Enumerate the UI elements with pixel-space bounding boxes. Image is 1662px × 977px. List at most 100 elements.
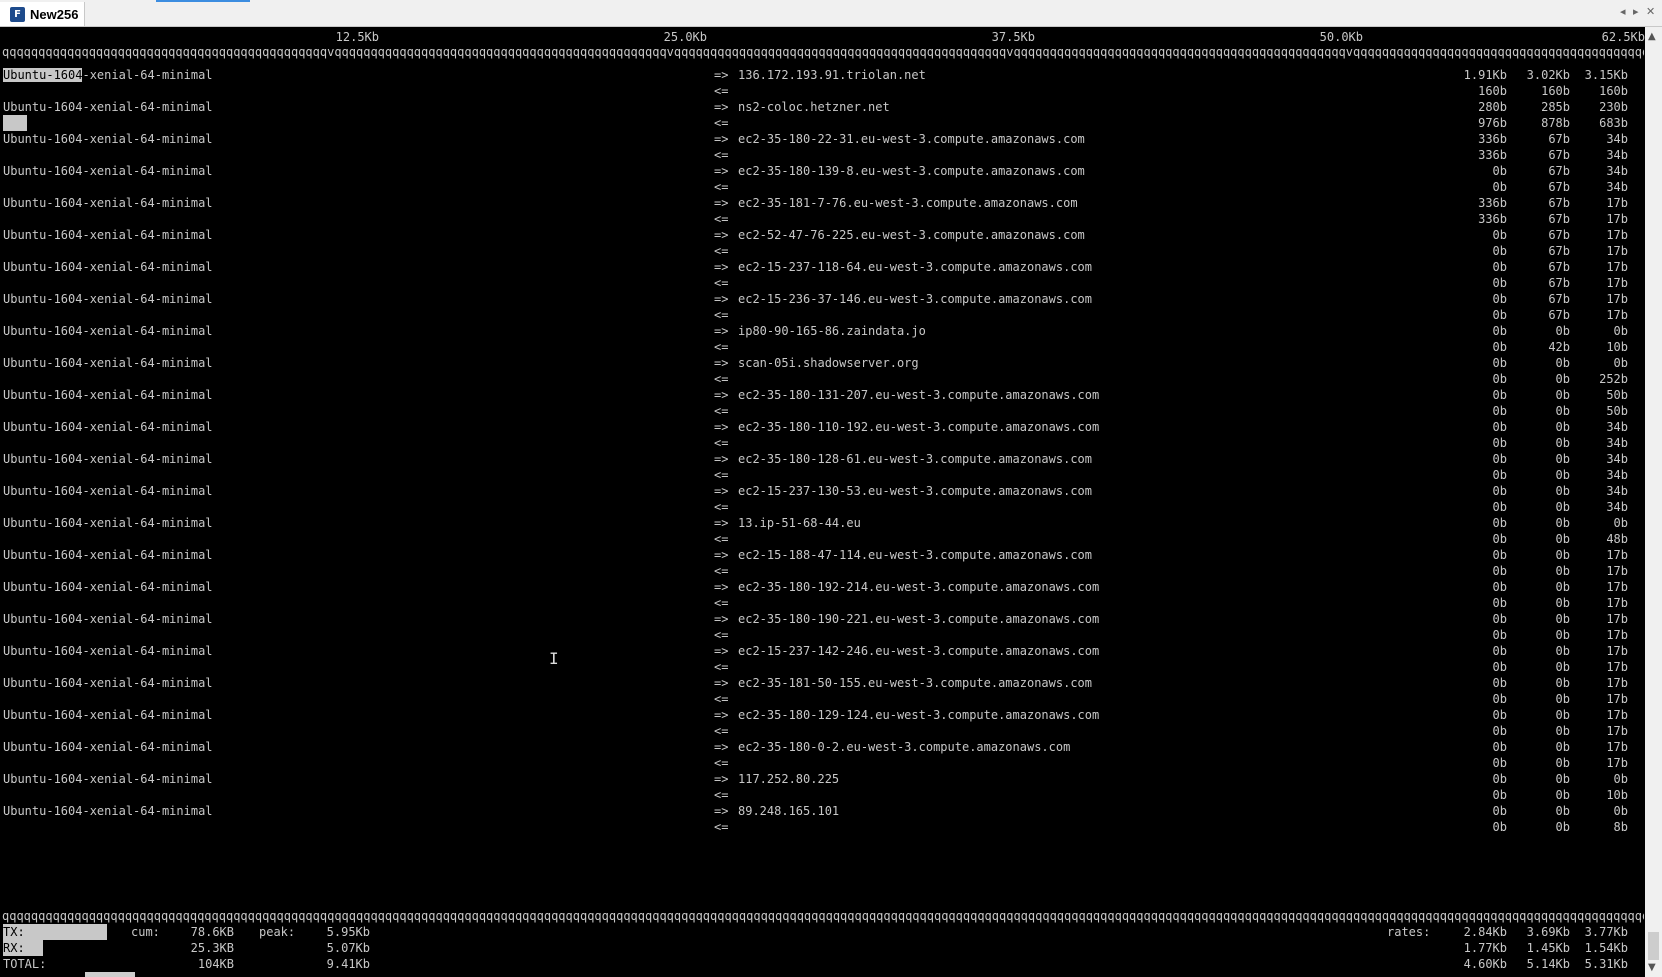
scroll-up-icon[interactable]: ▲ [1648, 31, 1656, 42]
rx-rate: 160b [1599, 84, 1628, 98]
terminal-tab[interactable]: F New256 [0, 2, 85, 26]
tx-rate: 0b [1613, 356, 1628, 370]
tx-rate: 336b [1478, 132, 1507, 146]
cursor-block [3, 115, 27, 131]
tx-rate: 17b [1606, 740, 1628, 754]
tx-rate: 0b [1613, 516, 1628, 530]
outbound-arrow: => [714, 132, 729, 146]
tab-scroll-left-icon[interactable]: ◂ [1620, 5, 1626, 18]
tx-rate: 34b [1606, 164, 1628, 178]
destination-host: ec2-15-188-47-114.eu-west-3.compute.amaz… [738, 548, 1093, 562]
rx-rate: 0b [1492, 276, 1507, 290]
outbound-arrow: => [714, 580, 729, 594]
tx-rate: 0b [1492, 164, 1507, 178]
tx-rate: 50b [1606, 388, 1628, 402]
tx-rate: 0b [1492, 804, 1507, 818]
inbound-arrow: <= [714, 404, 729, 418]
total-peak-value: 9.41Kb [326, 957, 370, 971]
tx-rate: 0b [1492, 676, 1507, 690]
scale-rule: qqqqqqqqqqqqqqqqqqqqqqqqqqqqqqqqqqqqqqqq… [2, 45, 1644, 59]
rx-rate: 17b [1606, 564, 1628, 578]
source-host: Ubuntu-1604-xenial-64-minimal [3, 67, 213, 83]
tx-rate: 17b [1606, 644, 1628, 658]
tx-rate: 0b [1492, 484, 1507, 498]
rx-rate: 34b [1606, 500, 1628, 514]
destination-host: 13.ip-51-68-44.eu [738, 516, 861, 530]
peak-label: peak: [259, 925, 296, 939]
inbound-arrow: <= [714, 628, 729, 642]
close-tab-icon[interactable]: ✕ [1646, 5, 1655, 18]
inbound-arrow: <= [714, 148, 729, 162]
putty-app-icon: F [10, 7, 25, 22]
tx-rate: 17b [1606, 196, 1628, 210]
tx-rate: 0b [1492, 516, 1507, 530]
rx-rate: 0b [1492, 724, 1507, 738]
destination-host: ec2-35-180-139-8.eu-west-3.compute.amazo… [738, 164, 1085, 178]
tx-peak-value: 5.95Kb [326, 925, 370, 939]
outbound-arrow: => [714, 388, 729, 402]
inbound-arrow: <= [714, 468, 729, 482]
tx-rate: 0b [1492, 612, 1507, 626]
outbound-arrow: => [714, 644, 729, 658]
inbound-arrow: <= [714, 244, 729, 258]
source-host: Ubuntu-1604-xenial-64-minimal [3, 388, 213, 402]
tx-rate: 0b [1492, 548, 1507, 562]
rx-rate: 17b [1606, 692, 1628, 706]
destination-host: ec2-35-180-192-214.eu-west-3.compute.ama… [738, 580, 1100, 594]
source-host: Ubuntu-1604-xenial-64-minimal [3, 100, 213, 114]
rx-rate: 48b [1606, 532, 1628, 546]
tab-scroll-right-icon[interactable]: ▸ [1633, 5, 1639, 18]
rx-rate: 1.77Kb [1463, 941, 1507, 955]
destination-host: 89.248.165.101 [738, 804, 840, 818]
destination-host: ec2-15-236-37-146.eu-west-3.compute.amaz… [738, 292, 1093, 306]
rx-rate: 0b [1492, 180, 1507, 194]
destination-host: ec2-35-180-190-221.eu-west-3.compute.ama… [738, 612, 1100, 626]
tx-rate: 0b [1492, 292, 1507, 306]
rx-rate: 683b [1599, 116, 1628, 130]
rx-rate: 336b [1478, 148, 1507, 162]
horizontal-scroll-thumb[interactable] [85, 972, 135, 977]
destination-host: ec2-35-180-22-31.eu-west-3.compute.amazo… [738, 132, 1085, 146]
outbound-arrow: => [714, 292, 729, 306]
rx-rate: 17b [1606, 628, 1628, 642]
outbound-arrow: => [714, 772, 729, 786]
rx-rate: 976b [1478, 116, 1507, 130]
tx-rate: 0b [1492, 260, 1507, 274]
source-host: Ubuntu-1604-xenial-64-minimal [3, 676, 213, 690]
rx-rate: 17b [1606, 660, 1628, 674]
outbound-arrow: => [714, 260, 729, 274]
source-host: Ubuntu-1604-xenial-64-minimal [3, 804, 213, 818]
rx-rate: 336b [1478, 212, 1507, 226]
rx-rate: 0b [1492, 404, 1507, 418]
outbound-arrow: => [714, 164, 729, 178]
source-host: Ubuntu-1604-xenial-64-minimal [3, 708, 213, 722]
scroll-thumb[interactable] [1648, 932, 1659, 960]
source-host: Ubuntu-1604-xenial-64-minimal [3, 196, 213, 210]
outbound-arrow: => [714, 740, 729, 754]
outbound-arrow: => [714, 68, 729, 82]
rx-rate: 1.54Kb [1584, 941, 1628, 955]
active-tab-indicator [156, 0, 250, 2]
rx-rate: 50b [1606, 404, 1628, 418]
scroll-down-icon[interactable]: ▼ [1648, 962, 1656, 973]
inbound-arrow: <= [714, 660, 729, 674]
rx-rate: 0b [1492, 532, 1507, 546]
destination-host: ec2-35-181-50-155.eu-west-3.compute.amaz… [738, 676, 1093, 690]
tx-rate: 230b [1599, 100, 1628, 114]
rx-rate: 17b [1606, 724, 1628, 738]
tx-rate: 0b [1492, 644, 1507, 658]
inbound-arrow: <= [714, 692, 729, 706]
rx-rate: 17b [1606, 756, 1628, 770]
source-host: Ubuntu-1604-xenial-64-minimal [3, 484, 213, 498]
terminal-screen[interactable]: 12.5Kb 25.0Kb 37.5Kb 50.0Kb 62.5Kb Ubuntu-16… [0, 27, 1662, 977]
rx-rate: 10b [1606, 788, 1628, 802]
inbound-arrow: <= [714, 500, 729, 514]
vertical-scrollbar[interactable]: ▲ ▼ [1645, 27, 1662, 977]
rx-rate: 0b [1492, 756, 1507, 770]
rx-rate: 0b [1492, 372, 1507, 386]
tx-rate: 17b [1606, 292, 1628, 306]
outbound-arrow: => [714, 452, 729, 466]
inbound-arrow: <= [714, 308, 729, 322]
outbound-arrow: => [714, 612, 729, 626]
destination-host: ec2-35-180-129-124.eu-west-3.compute.ama… [738, 708, 1100, 722]
